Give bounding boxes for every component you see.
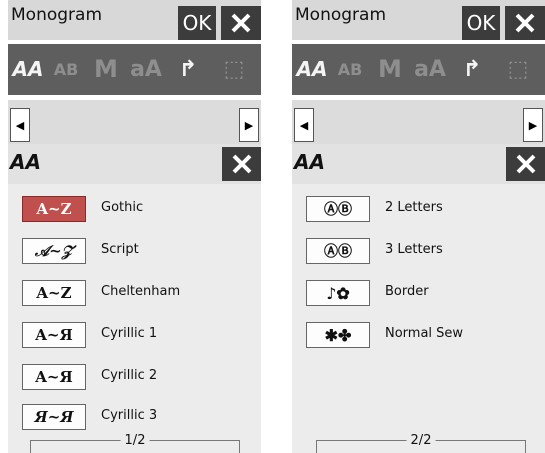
font-name: Border [385, 284, 429, 299]
font-name: Gothic [101, 200, 144, 215]
arc-text-tool-icon[interactable]: AB [48, 50, 84, 88]
triangle-right-icon: ▶ [528, 118, 538, 132]
rotate-tool-icon[interactable]: ↱ [170, 50, 206, 88]
list-item[interactable]: ⒶⒷ 2 Letters [292, 196, 545, 222]
title-bar: Monogram OK [292, 0, 545, 40]
nav-left-button[interactable]: ◀ [294, 108, 314, 142]
list-item[interactable]: A~Я Cyrillic 1 [8, 322, 261, 348]
spacing-tool-icon[interactable]: ⬚ [500, 50, 536, 88]
font-sample-button[interactable]: 𝒜~𝒵 [22, 238, 86, 264]
panel-title: Monogram [11, 5, 103, 25]
font-sample-button[interactable]: ♪✿ [306, 280, 370, 306]
font-sample-button[interactable]: ✱✤ [306, 322, 370, 348]
list-item[interactable]: A~Z Gothic [8, 196, 261, 222]
font-list: ⒶⒷ 2 Letters ⒶⒷ 3 Letters ♪✿ Border ✱✤ N… [292, 184, 545, 453]
font-list: A~Z Gothic 𝒜~𝒵 Script A~Z Cheltenham A~Я… [8, 184, 261, 453]
list-item[interactable]: ⒶⒷ 3 Letters [292, 238, 545, 264]
ok-button[interactable]: OK [178, 6, 216, 40]
font-sample-button[interactable]: A~Z [22, 280, 86, 306]
font-name: 3 Letters [385, 242, 443, 257]
font-name: Cyrillic 1 [101, 326, 158, 341]
font-icon: AA [10, 150, 41, 174]
page-indicator: 1/2 [30, 433, 240, 453]
close-list-button[interactable] [506, 147, 545, 181]
font-sample-button[interactable]: ⒶⒷ [306, 196, 370, 222]
font-name: Normal Sew [385, 326, 464, 341]
spacing-tool-icon[interactable]: ⬚ [216, 50, 252, 88]
toolbar: AA AB M aA ↱ ⬚ [8, 44, 261, 95]
panel-title: Monogram [295, 5, 387, 25]
page-number: 2/2 [406, 433, 436, 448]
font-name: Script [101, 242, 139, 257]
list-item[interactable]: A~Я Cyrillic 2 [8, 364, 261, 390]
font-sample-button[interactable]: ⒶⒷ [306, 238, 370, 264]
list-item[interactable]: A~Z Cheltenham [8, 280, 261, 306]
close-icon [515, 13, 535, 33]
font-tool-icon[interactable]: AA [294, 50, 330, 88]
triangle-left-icon: ◀ [299, 118, 309, 132]
close-list-button[interactable] [222, 147, 261, 181]
scroll-nav: ◀ ▶ [292, 100, 545, 144]
title-bar: Monogram OK [8, 0, 261, 40]
close-button[interactable] [505, 6, 545, 40]
rotate-tool-icon[interactable]: ↱ [454, 50, 490, 88]
font-name: Cyrillic 3 [101, 408, 158, 423]
triangle-right-icon: ▶ [244, 118, 254, 132]
ok-button[interactable]: OK [462, 6, 500, 40]
font-tool-icon[interactable]: AA [10, 50, 46, 88]
close-icon [232, 154, 251, 174]
font-sample-button[interactable]: A~Z [22, 196, 86, 222]
case-tool-icon[interactable]: aA [412, 50, 448, 88]
font-list-header: AA [8, 144, 261, 184]
font-sample-button[interactable]: A~Я [22, 364, 86, 390]
triangle-left-icon: ◀ [15, 118, 25, 132]
close-icon [516, 154, 535, 174]
size-tool-icon[interactable]: M [372, 50, 408, 88]
size-tool-icon[interactable]: M [88, 50, 124, 88]
font-name: Cheltenham [101, 284, 181, 299]
font-list-header: AA [292, 144, 545, 184]
list-item[interactable]: ♪✿ Border [292, 280, 545, 306]
font-icon: AA [294, 150, 325, 174]
font-sample-button[interactable]: Я~Я [22, 404, 86, 430]
close-button[interactable] [221, 6, 261, 40]
font-name: 2 Letters [385, 200, 443, 215]
nav-left-button[interactable]: ◀ [10, 108, 30, 142]
list-item[interactable]: Я~Я Cyrillic 3 [8, 404, 261, 430]
arc-text-tool-icon[interactable]: AB [332, 50, 368, 88]
list-item[interactable]: ✱✤ Normal Sew [292, 322, 545, 348]
toolbar: AA AB M aA ↱ ⬚ [292, 44, 545, 95]
nav-right-button[interactable]: ▶ [523, 108, 543, 142]
page-indicator: 2/2 [316, 433, 526, 453]
scroll-nav: ◀ ▶ [8, 100, 261, 144]
font-name: Cyrillic 2 [101, 368, 158, 383]
nav-right-button[interactable]: ▶ [239, 108, 259, 142]
monogram-panel-page-2: Monogram OK AA AB M aA ↱ ⬚ ◀ ▶ AA ⒶⒷ 2 L… [292, 0, 545, 453]
list-item[interactable]: 𝒜~𝒵 Script [8, 238, 261, 264]
case-tool-icon[interactable]: aA [128, 50, 164, 88]
close-icon [231, 13, 251, 33]
font-sample-button[interactable]: A~Я [22, 322, 86, 348]
page-number: 1/2 [120, 433, 150, 448]
monogram-panel-page-1: Monogram OK AA AB M aA ↱ ⬚ ◀ ▶ AA A~Z Go… [8, 0, 261, 453]
